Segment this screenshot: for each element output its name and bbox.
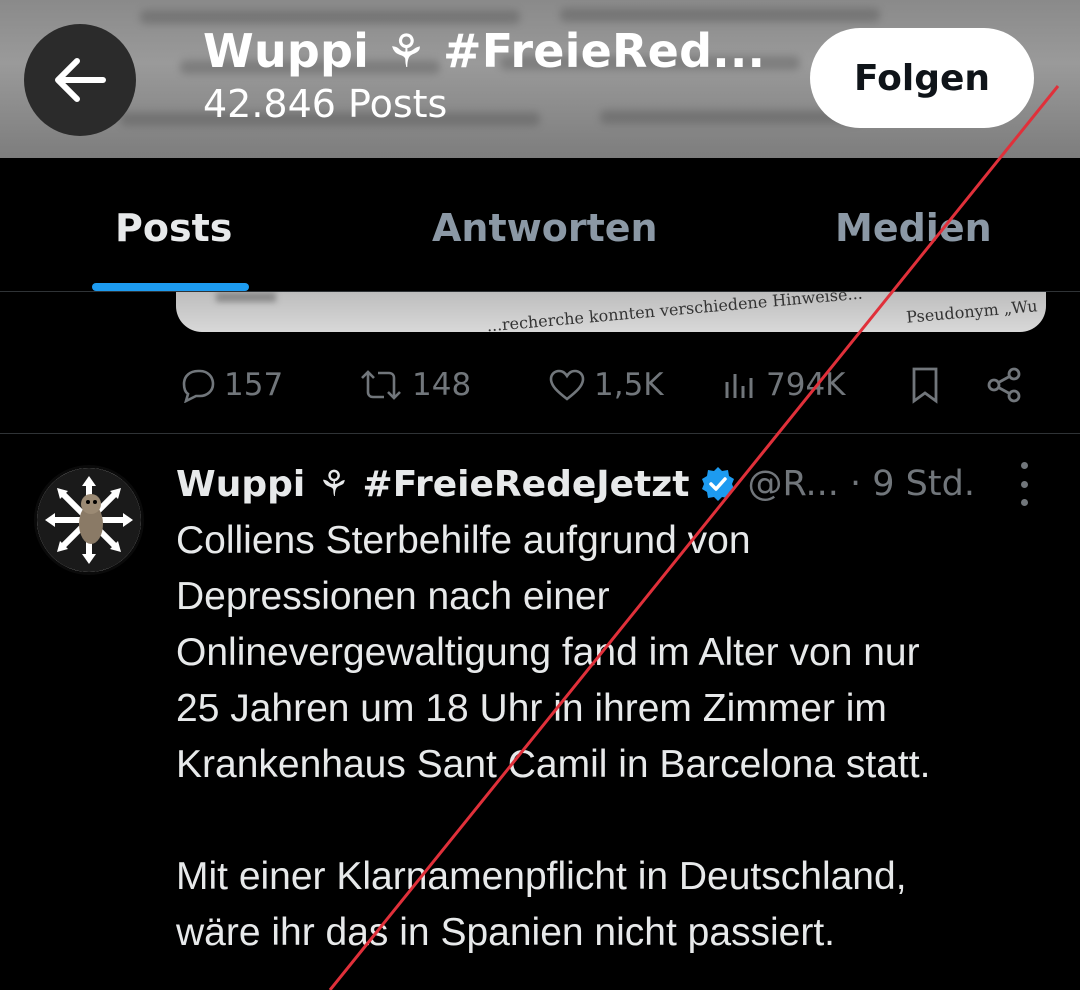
view-count: 794K (766, 367, 846, 403)
more-options-button[interactable] (1010, 462, 1038, 506)
reply-icon (182, 369, 215, 403)
arrow-left-icon (55, 58, 106, 102)
post-header: Wuppi ⚘ #FreieRedeJetzt @R... · 9 Std. (176, 460, 975, 508)
like-button[interactable]: 1,5K (548, 355, 664, 415)
author-name[interactable]: Wuppi ⚘ #FreieRedeJetzt (176, 464, 689, 505)
dot-icon (1020, 462, 1028, 469)
repost-count: 148 (412, 367, 472, 403)
dot-icon (1020, 499, 1028, 506)
post-text-line: Mit einer Klarnamenpflicht in Deutschlan… (176, 855, 907, 898)
author-handle-time[interactable]: @R... · 9 Std. (747, 464, 975, 504)
active-tab-indicator (92, 283, 249, 291)
profile-title: Wuppi ⚘ #FreieRed... (203, 24, 766, 78)
tab-posts[interactable]: Posts (115, 206, 232, 250)
bookmark-button[interactable] (908, 355, 942, 415)
profile-tabs: Posts Antworten Medien (0, 158, 1080, 292)
reply-count: 157 (224, 367, 284, 403)
post-text-line: Onlinevergewaltigung fand im Alter von n… (176, 631, 920, 674)
post-divider (0, 433, 1080, 434)
avatar[interactable] (34, 465, 144, 575)
media-text-line: Pseudonym „Wu (905, 296, 1039, 327)
post-count: 42.846 Posts (203, 82, 448, 126)
post-text-line: Depressionen nach einer (176, 575, 610, 618)
share-icon (987, 367, 1021, 403)
previous-post-media[interactable]: ...recherche konnten verschiedene Hinwei… (176, 292, 1046, 332)
media-text-line: ...recherche konnten verschiedene Hinwei… (485, 292, 864, 332)
back-button[interactable] (24, 24, 136, 136)
reply-button[interactable]: 157 (178, 355, 283, 415)
views-button[interactable]: 794K (722, 355, 846, 415)
post-text-line: 25 Jahren um 18 Uhr in ihrem Zimmer im (176, 687, 887, 730)
tab-antworten[interactable]: Antworten (432, 206, 658, 250)
avatar-image (37, 468, 141, 572)
post-text: Colliens Sterbehilfe aufgrund von Depres… (176, 513, 1056, 961)
follow-button[interactable]: Folgen (810, 28, 1034, 128)
post-text-line: wäre ihr das in Spanien nicht passiert. (176, 911, 836, 954)
repost-button[interactable]: 148 (358, 355, 471, 415)
previous-post-actions: 157 148 1,5K 794K (0, 355, 1080, 415)
heart-icon (549, 369, 585, 401)
profile-header: Wuppi ⚘ #FreieRed... 42.846 Posts Folgen (0, 0, 1080, 158)
verified-badge-icon (699, 465, 737, 503)
views-icon (725, 374, 753, 398)
share-button[interactable] (984, 355, 1024, 415)
media-smudge (216, 292, 276, 302)
repost-icon (361, 370, 401, 400)
dot-icon (1020, 480, 1028, 488)
bookmark-icon (912, 367, 938, 404)
post-text-line: Krankenhaus Sant Camil in Barcelona stat… (176, 743, 931, 786)
profile-title-block: Wuppi ⚘ #FreieRed... 42.846 Posts (203, 24, 765, 126)
like-count: 1,5K (594, 367, 664, 403)
post-text-line: Colliens Sterbehilfe aufgrund von (176, 519, 751, 562)
tab-medien[interactable]: Medien (835, 206, 992, 250)
